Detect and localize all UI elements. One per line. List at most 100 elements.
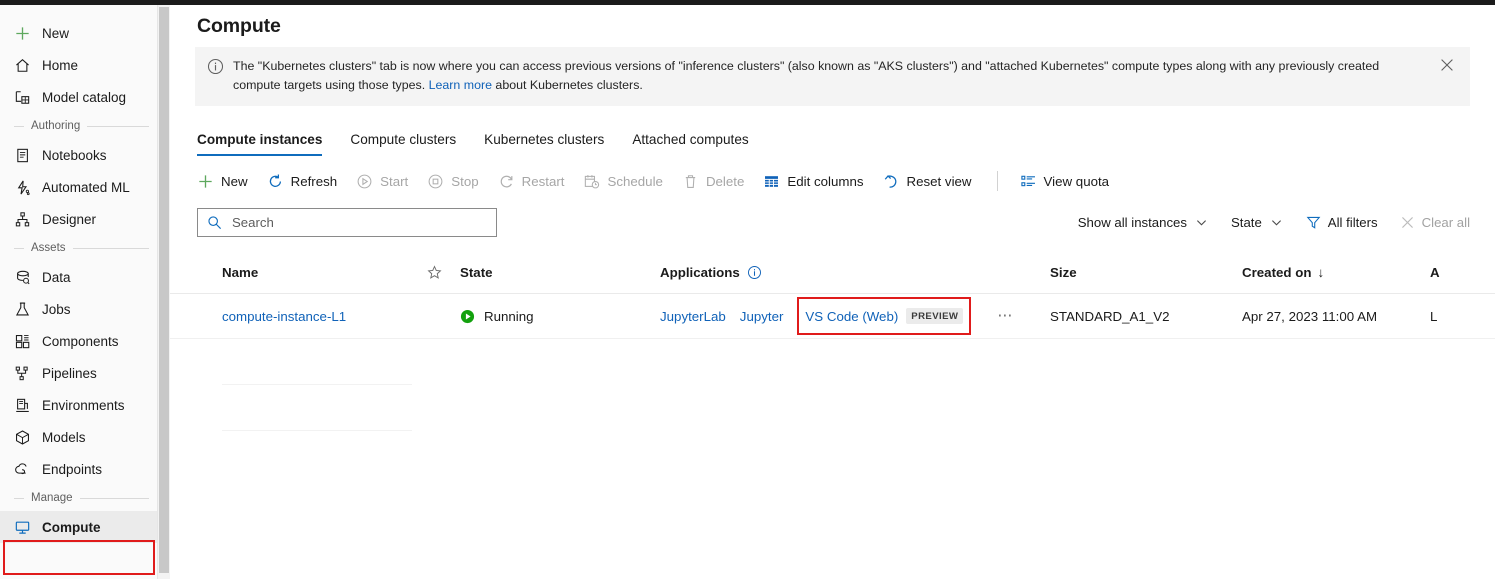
close-icon[interactable] — [1440, 58, 1458, 77]
sidebar-item-label: Compute — [42, 519, 101, 535]
sidebar-group-label: Authoring — [31, 120, 81, 132]
sidebar-item-designer[interactable]: Designer — [0, 203, 157, 235]
sidebar-item-notebooks[interactable]: Notebooks — [0, 139, 157, 171]
toolbar-new-button[interactable]: New — [197, 166, 259, 196]
environments-icon — [14, 397, 31, 414]
divider — [14, 247, 24, 249]
compute-instance-link[interactable]: compute-instance-L1 — [222, 309, 346, 324]
sidebar-group-assets: Assets — [0, 235, 157, 261]
filter-all-filters[interactable]: All filters — [1295, 208, 1389, 236]
azure-ml-studio-compute-page: New Home Model catalog Authoring Notebooks Au… — [0, 0, 1495, 579]
data-icon — [14, 269, 31, 286]
tab-label: Attached computes — [632, 132, 749, 147]
tab-compute-instances[interactable]: Compute instances — [197, 132, 336, 156]
sidebar-item-compute[interactable]: Compute — [0, 511, 157, 543]
app-link-vscode-web[interactable]: VS Code (Web) — [805, 309, 898, 324]
sidebar-item-label: Environments — [42, 397, 125, 413]
toolbar-refresh-button[interactable]: Refresh — [259, 166, 349, 196]
favorite-star-icon[interactable] — [427, 265, 460, 280]
filter-label: State — [1231, 214, 1262, 230]
restart-icon — [498, 173, 515, 190]
command-bar: New Refresh Start Stop Restart Schedule Delete… — [197, 166, 1495, 196]
filter-label: Clear all — [1421, 214, 1470, 230]
column-header-partial[interactable]: A — [1430, 265, 1495, 280]
column-header-created-on[interactable]: Created on ↓ — [1242, 265, 1430, 280]
column-header-size[interactable]: Size — [1050, 265, 1242, 280]
row-overflow-menu-icon[interactable]: ⋯ — [997, 308, 1014, 323]
toolbar-view-quota-button[interactable]: View quota — [1012, 166, 1121, 196]
automated-ml-icon — [14, 179, 31, 196]
table-empty-row — [170, 385, 1495, 430]
sidebar-item-pipelines[interactable]: Pipelines — [0, 357, 157, 389]
banner-text-before-link: The "Kubernetes clusters" tab is now whe… — [233, 59, 1380, 92]
cell-created-on: Apr 27, 2023 11:00 AM — [1242, 308, 1378, 324]
funnel-icon — [1306, 215, 1321, 230]
banner-text-after-link: about Kubernetes clusters. — [491, 78, 643, 92]
toolbar-button-label: Refresh — [290, 173, 338, 189]
sidebar-group-label: Manage — [31, 492, 73, 504]
divider — [79, 497, 149, 499]
toolbar-button-label: View quota — [1043, 173, 1110, 189]
sidebar-item-data[interactable]: Data — [0, 261, 157, 293]
sidebar-item-label: Models — [42, 429, 86, 445]
learn-more-link[interactable]: Learn more — [429, 78, 492, 92]
tab-compute-clusters[interactable]: Compute clusters — [336, 132, 470, 156]
search-box[interactable] — [197, 207, 497, 237]
stop-icon — [427, 173, 444, 190]
sidebar-item-automated-ml[interactable]: Automated ML — [0, 171, 157, 203]
search-icon — [207, 215, 222, 230]
applications-info-icon[interactable] — [747, 265, 762, 280]
column-header-applications-label[interactable]: Applications — [660, 265, 740, 280]
sidebar-item-endpoints[interactable]: Endpoints — [0, 453, 157, 485]
schedule-icon — [583, 173, 600, 190]
sidebar-item-model-catalog[interactable]: Model catalog — [0, 81, 157, 113]
cell-size: STANDARD_A1_V2 — [1050, 308, 1170, 324]
sidebar-item-components[interactable]: Components — [0, 325, 157, 357]
sidebar-group-authoring: Authoring — [0, 113, 157, 139]
app-link-jupyterlab[interactable]: JupyterLab — [660, 309, 740, 324]
kubernetes-info-banner: The "Kubernetes clusters" tab is now whe… — [195, 47, 1470, 106]
toolbar-button-label: Edit columns — [787, 173, 864, 189]
sidebar-item-label: Notebooks — [42, 147, 107, 163]
toolbar-button-label: Reset view — [906, 173, 972, 189]
filter-clear-all[interactable]: Clear all — [1389, 208, 1470, 236]
filter-state[interactable]: State — [1220, 208, 1295, 236]
sidebar-item-label: Components — [42, 333, 119, 349]
column-header-state[interactable]: State — [460, 265, 660, 280]
toolbar-reset-view-button[interactable]: Reset view — [875, 166, 983, 196]
divider — [14, 497, 24, 499]
filter-show-all-instances[interactable]: Show all instances — [1067, 208, 1220, 236]
table-empty-row — [170, 339, 1495, 384]
toolbar-button-label: Stop — [451, 173, 479, 189]
sidebar-item-new[interactable]: New — [0, 17, 157, 49]
models-icon — [14, 429, 31, 446]
table-empty-row — [170, 431, 1495, 476]
table-row[interactable]: compute-instance-L1 Running JupyterLab J… — [170, 294, 1495, 339]
sidebar-group-manage: Manage — [0, 485, 157, 511]
app-link-jupyter[interactable]: Jupyter — [740, 309, 798, 324]
tab-label: Kubernetes clusters — [484, 132, 605, 147]
toolbar-edit-columns-button[interactable]: Edit columns — [755, 166, 874, 196]
sidebar-item-jobs[interactable]: Jobs — [0, 293, 157, 325]
sidebar-scrollbar-thumb[interactable] — [159, 7, 169, 573]
toolbar-button-label: New — [221, 173, 248, 189]
chevron-down-icon — [1194, 215, 1209, 230]
chevron-down-icon — [1269, 215, 1284, 230]
sort-arrow-icon: ↓ — [1317, 265, 1325, 280]
tab-attached-computes[interactable]: Attached computes — [618, 132, 762, 156]
compute-tabs: Compute instances Compute clusters Kuberne… — [197, 122, 1495, 156]
column-header-name[interactable]: Name — [222, 265, 427, 280]
tab-label: Compute instances — [197, 132, 323, 147]
compute-icon — [14, 519, 31, 536]
sidebar-item-label: Automated ML — [42, 179, 130, 195]
app-link-vscode-web-wrapper[interactable]: VS Code (Web) PREVIEW — [797, 297, 972, 335]
sidebar-item-home[interactable]: Home — [0, 49, 157, 81]
sidebar-item-environments[interactable]: Environments — [0, 389, 157, 421]
tab-kubernetes-clusters[interactable]: Kubernetes clusters — [470, 132, 618, 156]
search-input[interactable] — [230, 213, 487, 231]
divider — [87, 125, 149, 127]
sidebar-item-label: Endpoints — [42, 461, 103, 477]
model-catalog-icon — [14, 89, 31, 106]
sidebar-item-models[interactable]: Models — [0, 421, 157, 453]
running-play-icon — [460, 309, 475, 324]
